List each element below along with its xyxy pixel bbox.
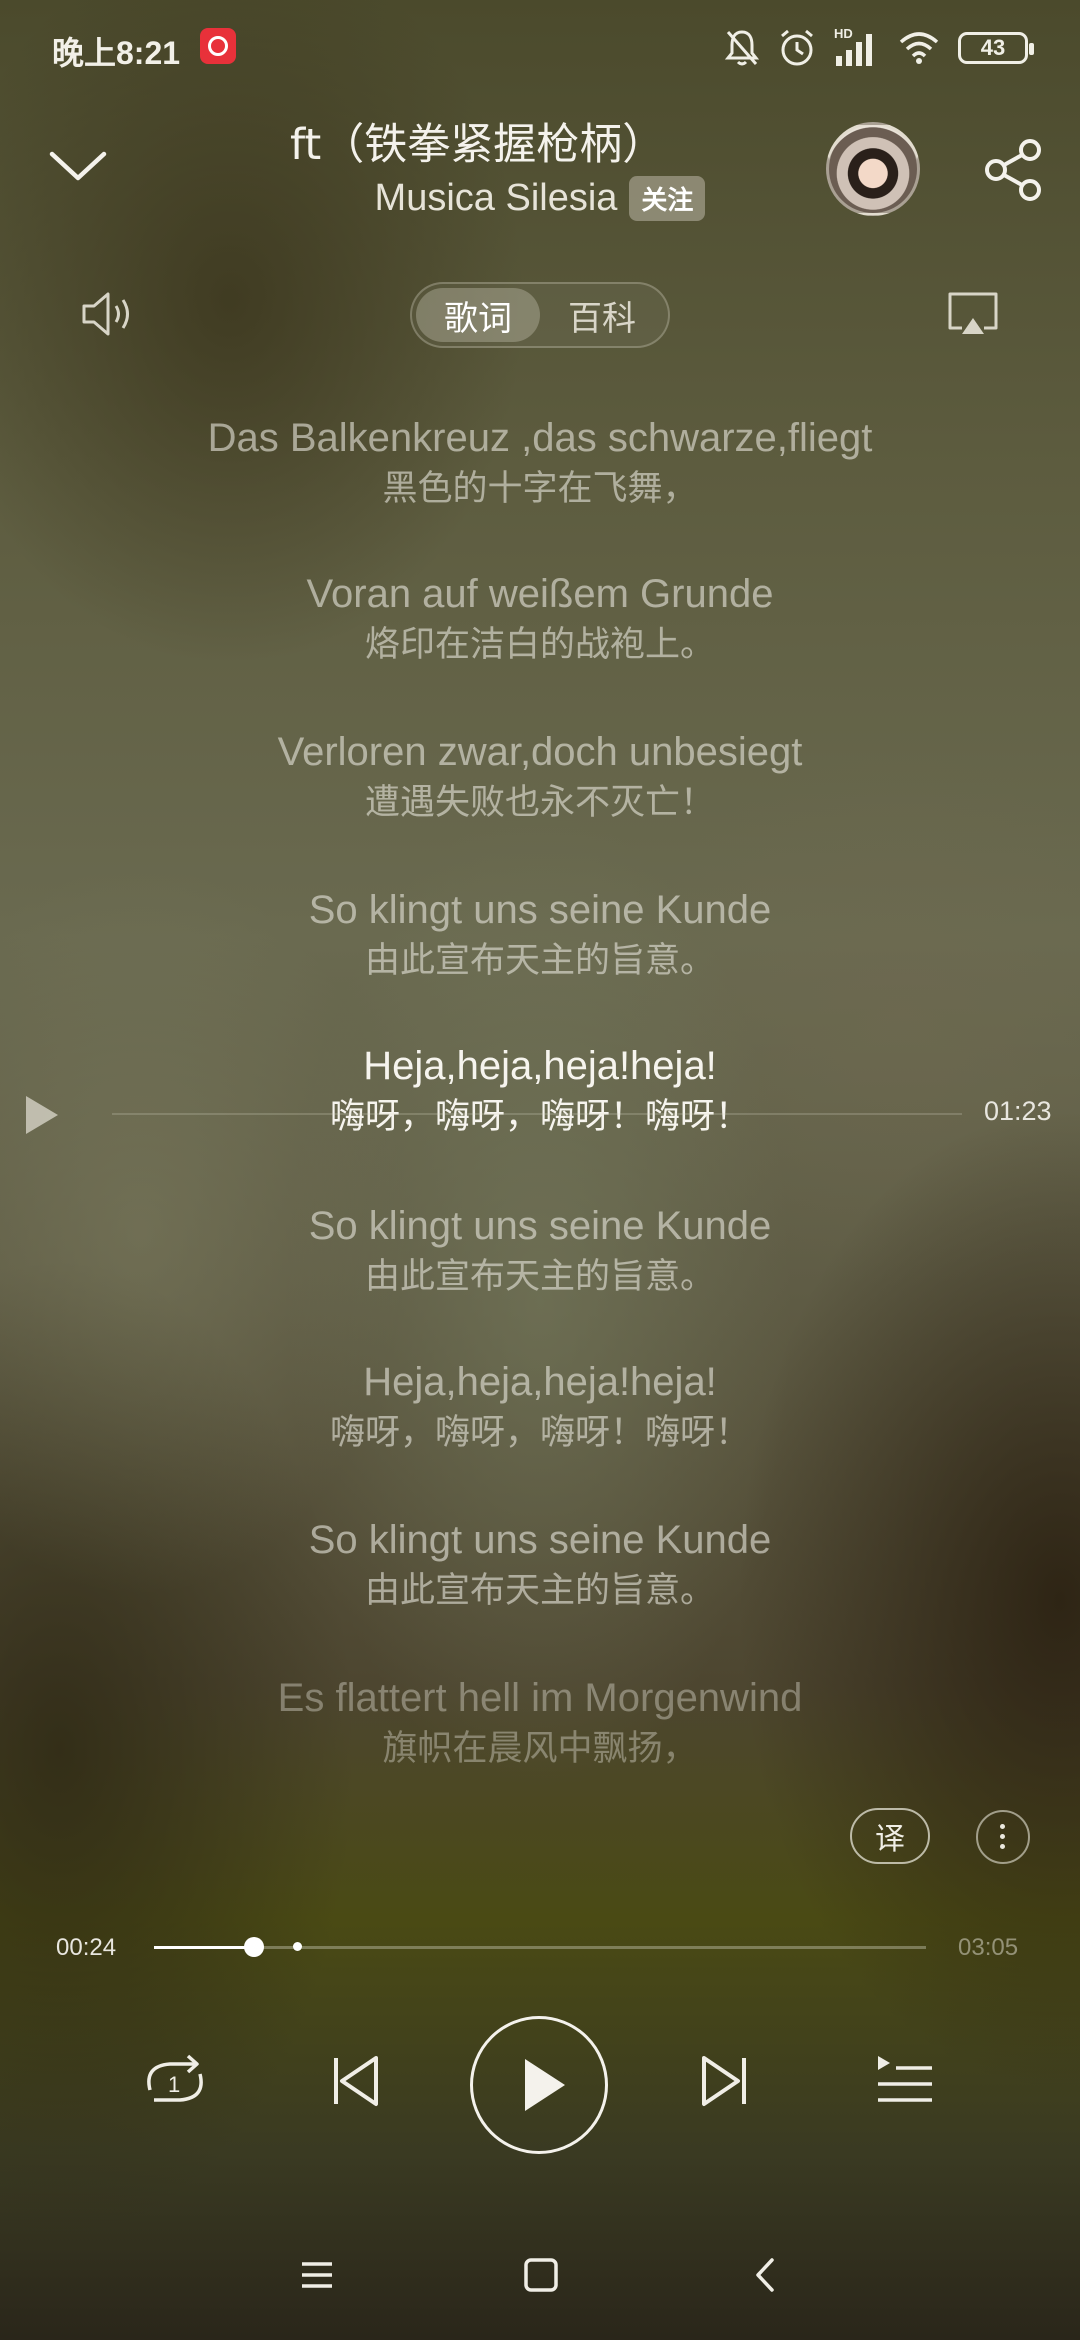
skip-next-icon — [702, 2056, 746, 2106]
lyric-translation: 遭遇失败也永不灭亡！ — [364, 783, 715, 823]
status-icons: HD 43 — [724, 24, 1034, 72]
status-time: 晚上8:21 — [52, 35, 181, 71]
follow-button[interactable]: 关注 — [629, 176, 706, 221]
song-title-text: ft（铁拳紧握枪柄） — [290, 120, 666, 170]
play-button[interactable] — [470, 2016, 608, 2154]
progress-thumb[interactable] — [244, 1937, 265, 1957]
previous-track-button[interactable] — [310, 2036, 400, 2126]
more-dot-icon — [1000, 1824, 1005, 1829]
lyric-line[interactable]: So klingt uns seine Kunde 由此宣布天主的旨意。 — [0, 1514, 1080, 1616]
signal-icon: HD — [834, 26, 880, 68]
repeat-one-icon: 1 — [147, 2054, 203, 2102]
lyric-original: Verloren zwar,doch unbesiegt — [277, 730, 803, 774]
nav-menu-button[interactable] — [292, 2250, 342, 2300]
lyric-line[interactable]: Heja,heja,heja!heja! 嗨呀，嗨呀，嗨呀！嗨呀！ — [0, 1356, 1080, 1458]
lyric-translation: 由此宣布天主的旨意。 — [364, 1257, 715, 1297]
nav-home-button[interactable] — [516, 2250, 566, 2300]
repeat-one-button[interactable]: 1 — [130, 2036, 220, 2126]
wifi-icon — [899, 32, 939, 64]
lyric-line[interactable]: Es flattert hell im Morgenwind 旗帜在晨风中飘扬， — [0, 1672, 1080, 1774]
lyric-line[interactable]: Verloren zwar,doch unbesiegt 遭遇失败也永不灭亡！ — [0, 726, 1080, 828]
artist-row: Musica Silesia 关注 — [0, 176, 1080, 221]
lyric-translation: 烙印在洁白的战袍上。 — [364, 625, 715, 665]
lyric-line[interactable]: So klingt uns seine Kunde 由此宣布天主的旨意。 — [0, 884, 1080, 986]
more-dot-icon — [1000, 1844, 1005, 1849]
lyric-original: Das Balkenkreuz ,das schwarze,fliegt — [207, 416, 873, 460]
lyric-translation: 旗帜在晨风中飘扬， — [382, 1729, 698, 1769]
translate-button[interactable]: 译 — [850, 1808, 930, 1864]
lyric-seek-time: 01:23 — [984, 1096, 1052, 1126]
lyric-line[interactable]: Voran auf weißem Grunde 烙印在洁白的战袍上。 — [0, 568, 1080, 670]
lyric-original: Heja,heja,heja!heja! — [363, 1044, 717, 1088]
lyric-original: Es flattert hell im Morgenwind — [277, 1676, 803, 1720]
lyric-translation: 由此宣布天主的旨意。 — [364, 1571, 715, 1611]
alarm-icon — [781, 29, 813, 66]
playlist-icon — [878, 2056, 932, 2102]
status-bar: 晚上8:21 HD 43 — [0, 0, 1080, 96]
home-square-icon — [524, 2258, 558, 2292]
share-icon — [985, 139, 1041, 201]
playlist-button[interactable] — [860, 2036, 950, 2126]
lyric-seek-line — [112, 1113, 962, 1115]
current-time: 00:24 — [56, 1934, 117, 1961]
cast-icon — [948, 292, 998, 334]
lyric-original: Heja,heja,heja!heja! — [363, 1360, 717, 1404]
lyric-original: So klingt uns seine Kunde — [308, 1518, 772, 1562]
lyric-line[interactable]: So klingt uns seine Kunde 由此宣布天主的旨意。 — [0, 1200, 1080, 1302]
mute-bell-icon — [724, 30, 760, 66]
lyric-original: Voran auf weißem Grunde — [306, 572, 774, 616]
tab-wiki[interactable]: 百科 — [540, 288, 664, 342]
progress-played — [154, 1946, 255, 1949]
total-time: 03:05 — [958, 1934, 1019, 1961]
lyric-translation: 黑色的十字在飞舞， — [382, 469, 698, 509]
volume-button[interactable] — [78, 284, 138, 344]
speaker-icon — [82, 292, 129, 336]
next-track-button[interactable] — [680, 2036, 770, 2126]
battery-icon: 43 — [958, 32, 1034, 64]
lyric-translation: 嗨呀，嗨呀，嗨呀！嗨呀！ — [329, 1413, 750, 1453]
progress-track[interactable] — [154, 1946, 926, 1949]
lyric-line-current[interactable]: Heja,heja,heja!heja! 嗨呀，嗨呀，嗨呀！嗨呀！ — [0, 1040, 1080, 1142]
song-title: ft（铁拳紧握枪柄） — [290, 110, 770, 172]
lyric-seek-play-button[interactable] — [22, 1092, 62, 1138]
back-chevron-icon — [756, 2258, 774, 2292]
tab-lyrics[interactable]: 歌词 — [416, 288, 540, 342]
cast-button[interactable] — [944, 286, 1002, 344]
lyric-translation: 嗨呀，嗨呀，嗨呀！嗨呀！ — [329, 1097, 750, 1137]
more-options-button[interactable] — [976, 1810, 1030, 1864]
app-badge-icon — [200, 28, 236, 64]
lyric-line[interactable]: Das Balkenkreuz ,das schwarze,fliegt 黑色的十… — [0, 412, 1080, 514]
play-icon — [525, 2059, 565, 2111]
lyric-original: So klingt uns seine Kunde — [308, 888, 772, 932]
battery-level: 43 — [980, 35, 1006, 60]
lyric-original: So klingt uns seine Kunde — [308, 1204, 772, 1248]
lyrics-tabs: 歌词 百科 — [410, 282, 670, 348]
menu-icon — [302, 2262, 332, 2288]
buffer-marker — [292, 1942, 302, 1951]
nav-back-button[interactable] — [740, 2250, 790, 2300]
skip-previous-icon — [334, 2056, 378, 2106]
play-icon — [26, 1096, 58, 1134]
share-button[interactable] — [980, 136, 1048, 204]
svg-text:1: 1 — [168, 2072, 180, 2097]
more-dot-icon — [1000, 1834, 1005, 1839]
artist-name[interactable]: Musica Silesia — [375, 177, 618, 220]
artist-avatar[interactable] — [826, 122, 920, 216]
lyric-translation: 由此宣布天主的旨意。 — [364, 941, 715, 981]
